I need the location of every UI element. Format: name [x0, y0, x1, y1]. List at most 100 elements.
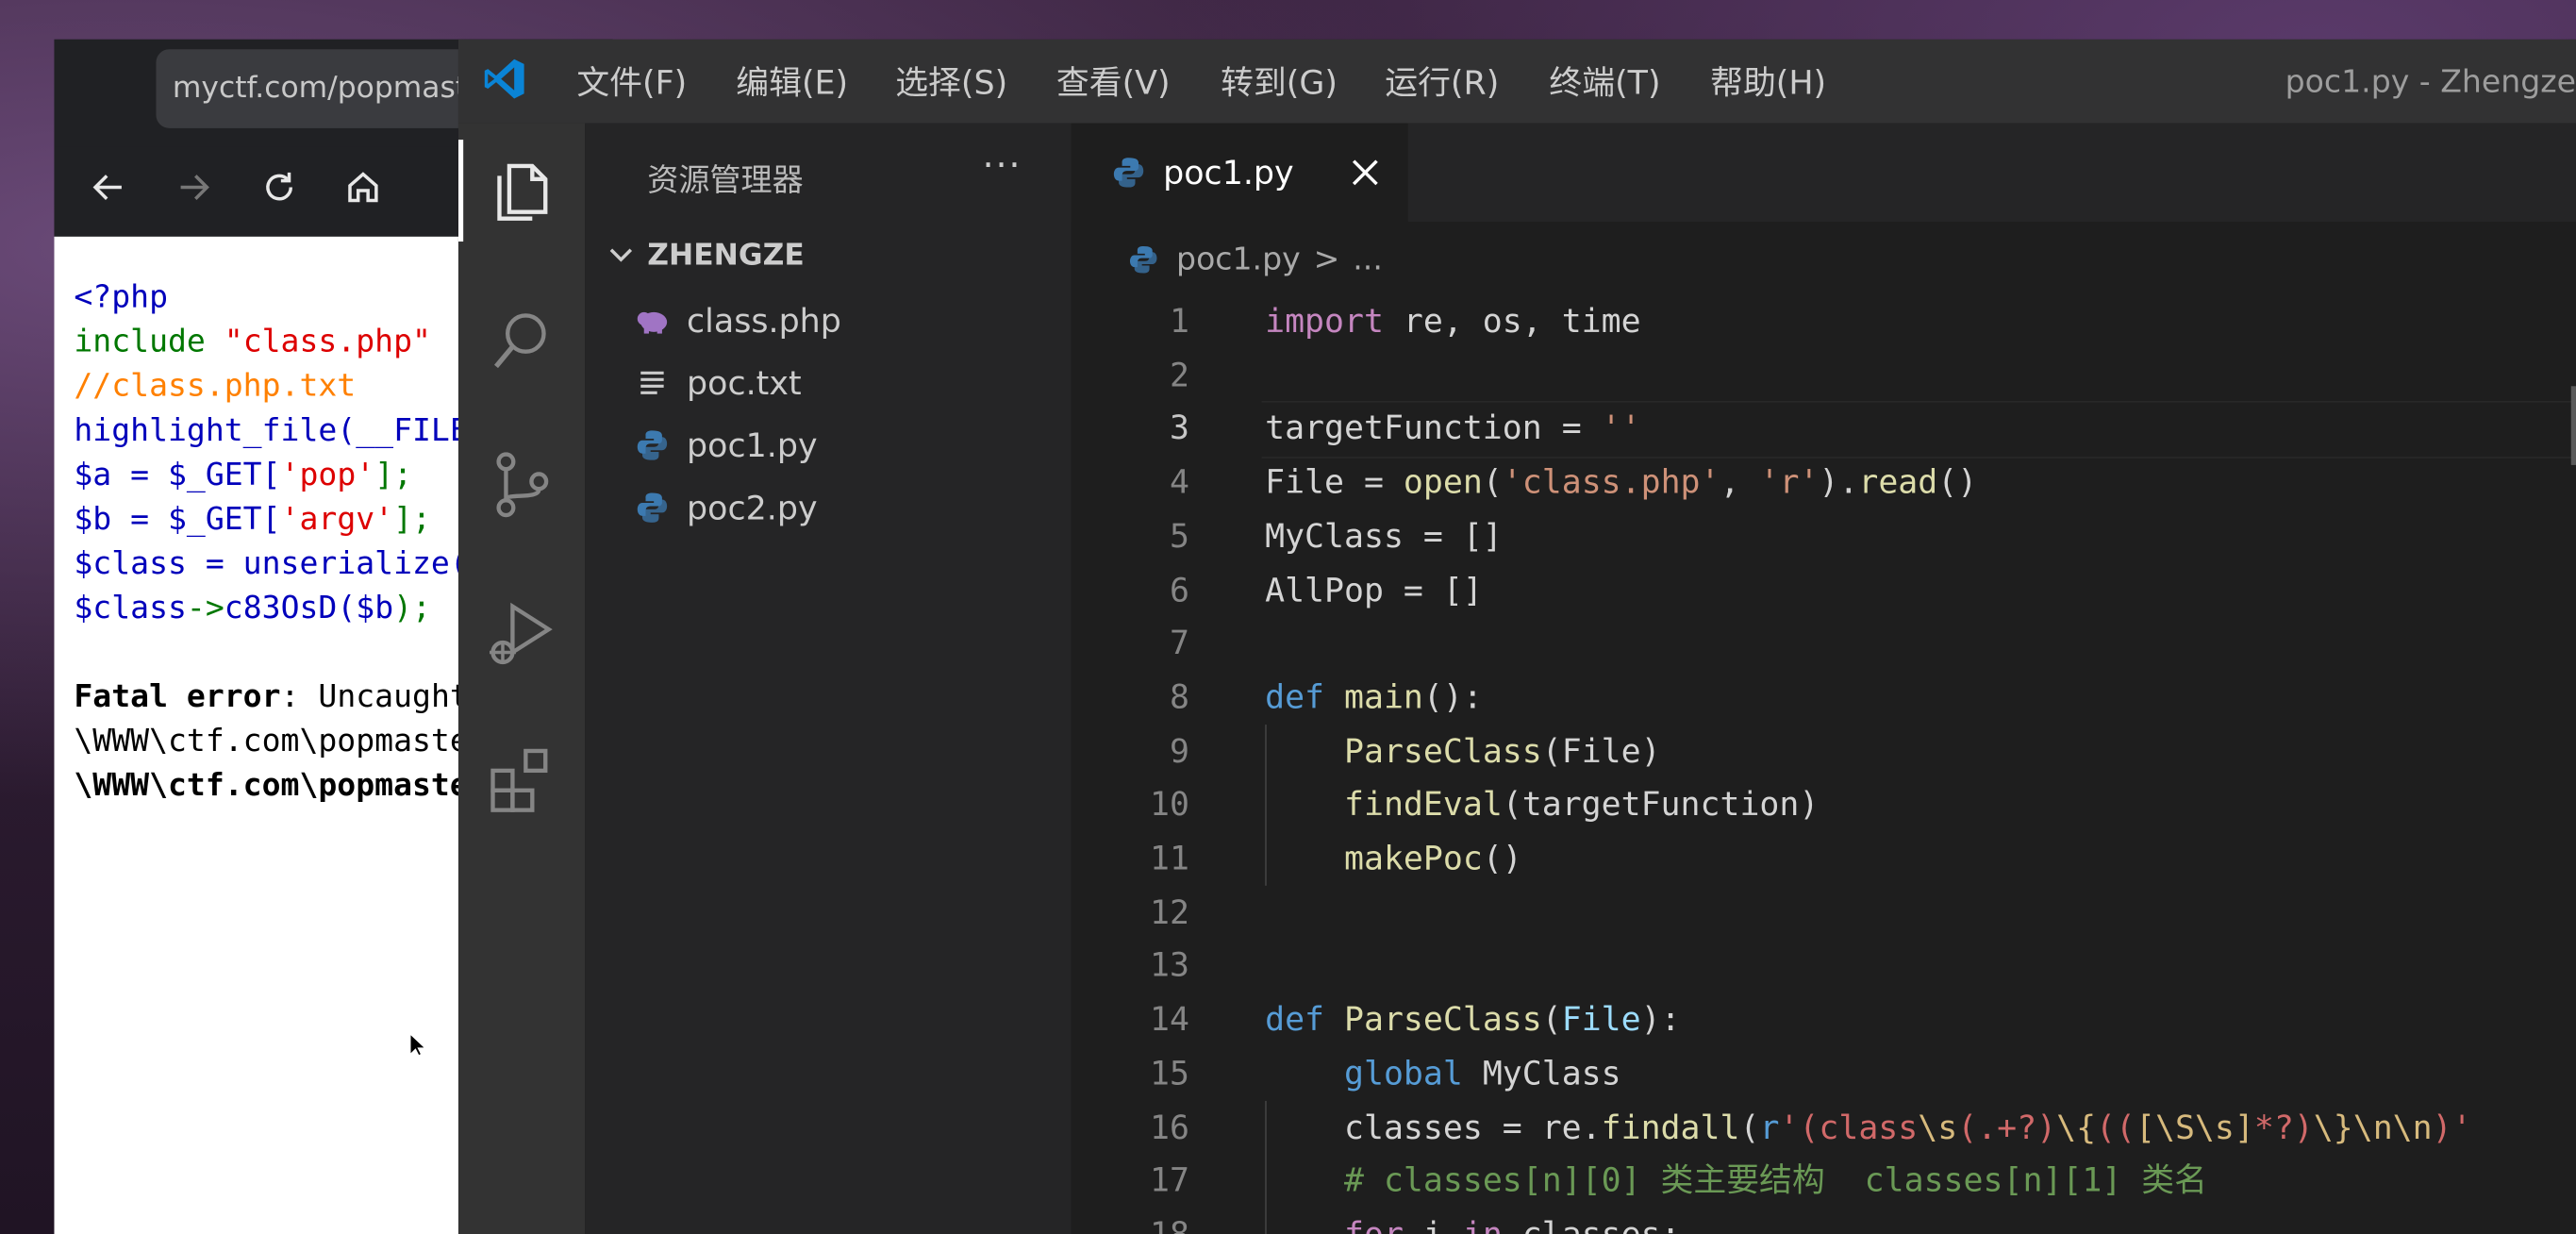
- menu-item-6[interactable]: 终端(T): [1549, 59, 1660, 106]
- code-line[interactable]: 10 findEval(targetFunction): [1072, 777, 2576, 831]
- file-item[interactable]: poc2.py: [634, 480, 818, 536]
- code-line[interactable]: 3 targetFunction = '': [1072, 401, 2576, 459]
- file-label: poc2.py: [687, 488, 818, 528]
- code-line[interactable]: 14 def ParseClass(File):: [1072, 992, 2576, 1046]
- source-token: : Uncaught: [280, 678, 469, 715]
- extensions-icon[interactable]: [487, 744, 559, 817]
- source-token: \WWW\ctf.com\popmaster: [74, 767, 488, 804]
- active-indicator: [457, 140, 464, 242]
- code-token: '': [1601, 408, 1641, 448]
- code-token: AllPop = []: [1265, 569, 1483, 609]
- breadcrumb-file[interactable]: poc1.py: [1176, 242, 1301, 277]
- code-token: global: [1344, 1053, 1463, 1092]
- menu-item-4[interactable]: 转到(G): [1221, 59, 1338, 106]
- file-item[interactable]: class.php: [634, 292, 841, 348]
- source-token: c83OsD(: [224, 590, 357, 626]
- code-token: *?): [2253, 1107, 2314, 1146]
- line-number: 7: [1170, 623, 1189, 663]
- code-line[interactable]: 7: [1072, 616, 2576, 670]
- code-editor[interactable]: 1 import re, os, time 2 3 targetFunction = '…: [1072, 294, 2576, 1234]
- line-number: 4: [1170, 461, 1189, 502]
- source-line: \WWW\ctf.com\popmaster: [74, 723, 487, 759]
- sidebar-title: 资源管理器: [647, 162, 804, 199]
- code-token: ParseClass: [1344, 999, 1542, 1039]
- tab-poc1-py[interactable]: poc1.py: [1071, 123, 1408, 223]
- code-token: read: [1858, 461, 1938, 502]
- reload-icon[interactable]: [255, 162, 304, 211]
- code-token: 'r': [1759, 461, 1820, 502]
- vscode-window: 文件(F) 编辑(E) 选择(S) 查看(V) 转到(G) 运行(R) 终端(T) 帮助(H)…: [457, 39, 2576, 1234]
- more-actions-button[interactable]: ···: [983, 146, 1022, 188]
- php-elephant-icon: [634, 302, 670, 338]
- code-token: \s: [1918, 1107, 1958, 1146]
- code-line[interactable]: 15 global MyClass: [1072, 1046, 2576, 1100]
- code-line[interactable]: 12: [1072, 885, 2576, 939]
- code-text: makePoc(): [1265, 831, 1522, 885]
- explorer-sidebar: 资源管理器 ··· ZHENGZE class.php poc.txt poc1.p…: [585, 123, 1072, 1234]
- line-number: 9: [1170, 730, 1189, 771]
- back-icon[interactable]: [84, 162, 133, 211]
- code-token: (: [1739, 1107, 1760, 1146]
- source-line: //class.php.txt: [74, 368, 356, 404]
- file-item[interactable]: poc.txt: [634, 355, 802, 410]
- search-icon[interactable]: [487, 304, 559, 376]
- file-item[interactable]: poc1.py: [634, 417, 818, 473]
- source-line: <?php: [74, 279, 168, 315]
- code-line[interactable]: 16 classes = re.findall(r'(class\s(.+?)\…: [1072, 1100, 2576, 1154]
- home-icon[interactable]: [339, 162, 388, 211]
- code-token: i: [1403, 1213, 1463, 1234]
- code-token: main: [1344, 676, 1423, 717]
- code-line[interactable]: 4 File = open('class.php', 'r').read(): [1072, 456, 2576, 509]
- source-token: $a = $_GET[: [74, 457, 281, 493]
- source-token: ];: [374, 457, 413, 493]
- menu-item-1[interactable]: 编辑(E): [736, 59, 848, 106]
- code-token: File: [1561, 999, 1641, 1039]
- source-control-icon[interactable]: [487, 448, 559, 521]
- folder-header[interactable]: ZHENGZE: [605, 230, 805, 279]
- run-debug-icon[interactable]: [487, 596, 559, 669]
- code-token: (): [1937, 461, 1978, 502]
- tab-strip: poc1.py: [1071, 123, 2576, 223]
- menu-item-7[interactable]: 帮助(H): [1710, 59, 1826, 106]
- code-line[interactable]: 5 MyClass = []: [1072, 509, 2576, 563]
- code-line[interactable]: 13: [1072, 939, 2576, 992]
- menu-item-0[interactable]: 文件(F): [576, 59, 687, 106]
- code-token: targetFunction: [1265, 408, 1542, 448]
- line-number: 1: [1170, 300, 1189, 341]
- code-text: File = open('class.php', 'r').read(): [1265, 456, 1977, 509]
- code-line[interactable]: 9 ParseClass(File): [1072, 724, 2576, 777]
- mouse-cursor-icon: [410, 1035, 424, 1056]
- text-file-icon: [634, 365, 670, 401]
- code-line[interactable]: 11 makePoc(): [1072, 831, 2576, 885]
- code-line[interactable]: 17 # classes[n][0] 类主要结构 classes[n][1] 类…: [1072, 1154, 2576, 1208]
- breadcrumb-symbols[interactable]: ...: [1353, 242, 1383, 277]
- code-line[interactable]: 8 def main():: [1072, 670, 2576, 724]
- code-token: (.+?): [1957, 1107, 2057, 1146]
- menu-item-3[interactable]: 查看(V): [1056, 59, 1171, 106]
- close-icon[interactable]: [1347, 155, 1383, 191]
- source-token: include: [74, 324, 224, 360]
- code-token: File =: [1265, 461, 1404, 502]
- code-line[interactable]: 18 for i in classes:: [1072, 1208, 2576, 1234]
- code-token: ,: [1720, 461, 1760, 502]
- menu-item-5[interactable]: 运行(R): [1385, 59, 1499, 106]
- line-number: 12: [1150, 892, 1189, 931]
- code-line[interactable]: 1 import re, os, time: [1072, 294, 2576, 348]
- code-token: r: [1759, 1107, 1780, 1146]
- explorer-icon[interactable]: [487, 156, 559, 228]
- line-number: 17: [1150, 1159, 1189, 1200]
- code-token: MyClass: [1462, 1053, 1621, 1092]
- code-token: def: [1265, 676, 1325, 717]
- code-token: =: [1541, 408, 1602, 448]
- menu-item-2[interactable]: 选择(S): [895, 59, 1007, 106]
- breadcrumb: poc1.py > ...: [1127, 235, 1383, 284]
- scrollbar[interactable]: [2570, 386, 2576, 465]
- code-token: classes = re.: [1265, 1107, 1602, 1146]
- code-line[interactable]: 2: [1072, 348, 2576, 402]
- forward-icon[interactable]: [169, 162, 218, 211]
- code-line[interactable]: 6 AllPop = []: [1072, 563, 2576, 617]
- source-token: 'pop': [280, 457, 375, 493]
